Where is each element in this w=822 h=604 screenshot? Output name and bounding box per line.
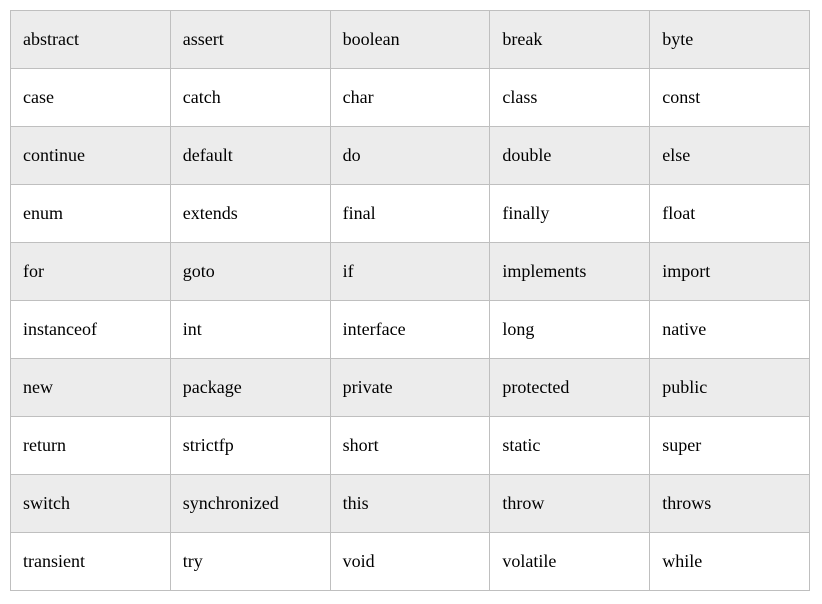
table-cell: abstract [11, 11, 171, 69]
table-cell: static [490, 417, 650, 475]
table-cell: break [490, 11, 650, 69]
table-row: return strictfp short static super [11, 417, 810, 475]
table-cell: float [650, 185, 810, 243]
table-cell: void [330, 533, 490, 591]
table-cell: for [11, 243, 171, 301]
table-cell: long [490, 301, 650, 359]
table-cell: native [650, 301, 810, 359]
table-cell: double [490, 127, 650, 185]
table-cell: while [650, 533, 810, 591]
table-cell: import [650, 243, 810, 301]
table-row: instanceof int interface long native [11, 301, 810, 359]
table-row: switch synchronized this throw throws [11, 475, 810, 533]
table-cell: strictfp [170, 417, 330, 475]
table-cell: short [330, 417, 490, 475]
table-cell: protected [490, 359, 650, 417]
table-cell: throw [490, 475, 650, 533]
table-cell: super [650, 417, 810, 475]
table-cell: byte [650, 11, 810, 69]
table-cell: continue [11, 127, 171, 185]
table-row: case catch char class const [11, 69, 810, 127]
table-cell: goto [170, 243, 330, 301]
table-cell: transient [11, 533, 171, 591]
table-cell: const [650, 69, 810, 127]
table-cell: new [11, 359, 171, 417]
table-cell: private [330, 359, 490, 417]
table-row: abstract assert boolean break byte [11, 11, 810, 69]
table-cell: assert [170, 11, 330, 69]
table-cell: throws [650, 475, 810, 533]
table-cell: if [330, 243, 490, 301]
table-cell: public [650, 359, 810, 417]
table-cell: instanceof [11, 301, 171, 359]
table-cell: package [170, 359, 330, 417]
table-cell: synchronized [170, 475, 330, 533]
table-cell: class [490, 69, 650, 127]
table-cell: default [170, 127, 330, 185]
table-cell: char [330, 69, 490, 127]
table-row: continue default do double else [11, 127, 810, 185]
table-cell: final [330, 185, 490, 243]
table-row: new package private protected public [11, 359, 810, 417]
table-row: transient try void volatile while [11, 533, 810, 591]
table-cell: interface [330, 301, 490, 359]
table-cell: do [330, 127, 490, 185]
table-cell: finally [490, 185, 650, 243]
table-cell: enum [11, 185, 171, 243]
table-cell: try [170, 533, 330, 591]
table-cell: extends [170, 185, 330, 243]
table-row: enum extends final finally float [11, 185, 810, 243]
table-cell: else [650, 127, 810, 185]
table-cell: int [170, 301, 330, 359]
table-cell: implements [490, 243, 650, 301]
table-cell: catch [170, 69, 330, 127]
table-cell: this [330, 475, 490, 533]
table-row: for goto if implements import [11, 243, 810, 301]
table-cell: boolean [330, 11, 490, 69]
table-cell: switch [11, 475, 171, 533]
table-cell: case [11, 69, 171, 127]
table-cell: volatile [490, 533, 650, 591]
keywords-table: abstract assert boolean break byte case … [10, 10, 810, 591]
table-cell: return [11, 417, 171, 475]
